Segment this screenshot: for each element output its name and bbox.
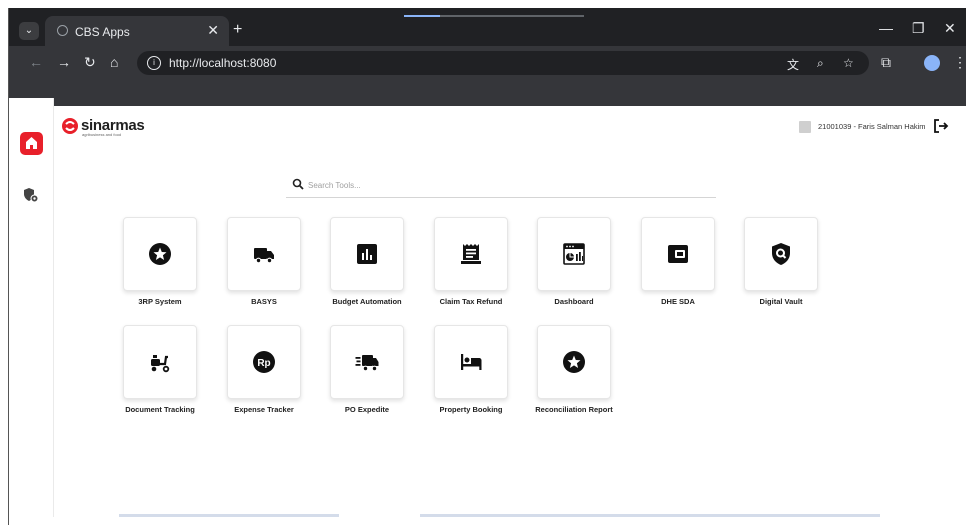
sidebar-item-admin[interactable] [22,186,40,209]
tab-search-button[interactable]: ⌄ [19,22,39,40]
app-label[interactable]: BASYS [209,297,319,306]
sidebar-item-home[interactable] [20,132,43,155]
translate-icon[interactable]: 文 [787,56,799,73]
bookmarks-bar [9,80,966,106]
star-circle-icon [563,351,585,373]
url-text[interactable]: http://localhost:8080 [169,56,276,70]
dashboard-icon [563,243,585,265]
loading-indicator [404,15,584,17]
receipt-icon [461,244,481,264]
app-card-digital-vault[interactable] [744,217,818,291]
app-label[interactable]: DHE SDA [623,297,733,306]
logo-subtitle: agribusiness and food [82,132,122,137]
app-card-3rp-system[interactable] [123,217,197,291]
home-button[interactable]: ⌂ [110,54,118,70]
logout-button[interactable] [933,118,949,139]
logo-mark-icon [62,118,78,134]
bookmark-star-icon[interactable]: ☆ [843,56,854,70]
scroll-track-right [420,514,880,517]
app-label[interactable]: Reconciliation Report [519,405,629,414]
reload-button[interactable]: ↻ [84,54,96,71]
app-label[interactable]: 3RP System [105,297,215,306]
svg-text:Rp: Rp [257,358,270,369]
bed-icon [461,354,482,370]
app-card-document-tracking[interactable] [123,325,197,399]
search-icon [292,178,304,190]
app-card-budget-automation[interactable] [330,217,404,291]
search-input[interactable] [308,177,708,193]
scooter-icon [151,355,170,373]
back-button[interactable]: ← [29,54,43,70]
app-card-po-expedite[interactable] [330,325,404,399]
extensions-icon[interactable]: ⧉ [881,54,891,71]
browser-menu-button[interactable]: ⋮ [953,54,966,71]
star-circle-icon [149,243,171,265]
tab-title: CBS Apps [75,25,130,39]
close-window-button[interactable]: ✕ [944,20,956,37]
tool-search [286,174,716,198]
browser-toolbar: ← → ↻ ⌂ i http://localhost:8080 文 ⌕ ☆ ⧉ … [9,46,966,80]
globe-icon [57,25,68,36]
app-sidebar [9,98,54,517]
user-label: 21001039 - Faris Salman Hakim [818,122,926,131]
minimize-button[interactable]: — [879,20,893,36]
app-card-dashboard[interactable] [537,217,611,291]
app-label[interactable]: Digital Vault [726,297,836,306]
rupiah-icon: Rp [253,351,275,373]
wallet-icon [668,245,688,263]
user-avatar-icon [799,121,811,133]
logout-icon [934,119,949,133]
bar-chart-icon [357,244,377,264]
app-label[interactable]: Expense Tracker [209,405,319,414]
shield-gear-icon [24,188,39,203]
app-label[interactable]: Claim Tax Refund [416,297,526,306]
fast-truck-icon [355,355,379,372]
address-bar[interactable]: i http://localhost:8080 文 ⌕ ☆ [137,51,869,75]
app-card-expense-tracker[interactable]: Rp [227,325,301,399]
shield-search-icon [772,243,790,265]
app-card-basys[interactable] [227,217,301,291]
app-card-reconciliation-report[interactable] [537,325,611,399]
forward-button[interactable]: → [57,54,71,70]
new-tab-button[interactable]: + [233,21,242,39]
app-card-claim-tax-refund[interactable] [434,217,508,291]
app-label[interactable]: Dashboard [519,297,629,306]
restore-button[interactable]: ❐ [912,20,925,37]
tab-strip: ⌄ CBS Apps ✕ + — ❐ ✕ [9,8,966,46]
scroll-track-left [119,514,339,517]
site-info-icon[interactable]: i [147,56,161,70]
home-icon [26,137,37,149]
truck-icon [254,248,274,264]
app-label[interactable]: PO Expedite [312,405,422,414]
zoom-icon[interactable]: ⌕ [817,56,824,71]
app-label[interactable]: Property Booking [416,405,526,414]
app-card-property-booking[interactable] [434,325,508,399]
app-label[interactable]: Budget Automation [312,297,422,306]
tab-close-button[interactable]: ✕ [207,22,219,39]
browser-tab[interactable]: CBS Apps ✕ [45,16,229,46]
app-label[interactable]: Document Tracking [105,405,215,414]
profile-avatar-icon[interactable] [924,55,940,71]
app-card-dhe-sda[interactable] [641,217,715,291]
